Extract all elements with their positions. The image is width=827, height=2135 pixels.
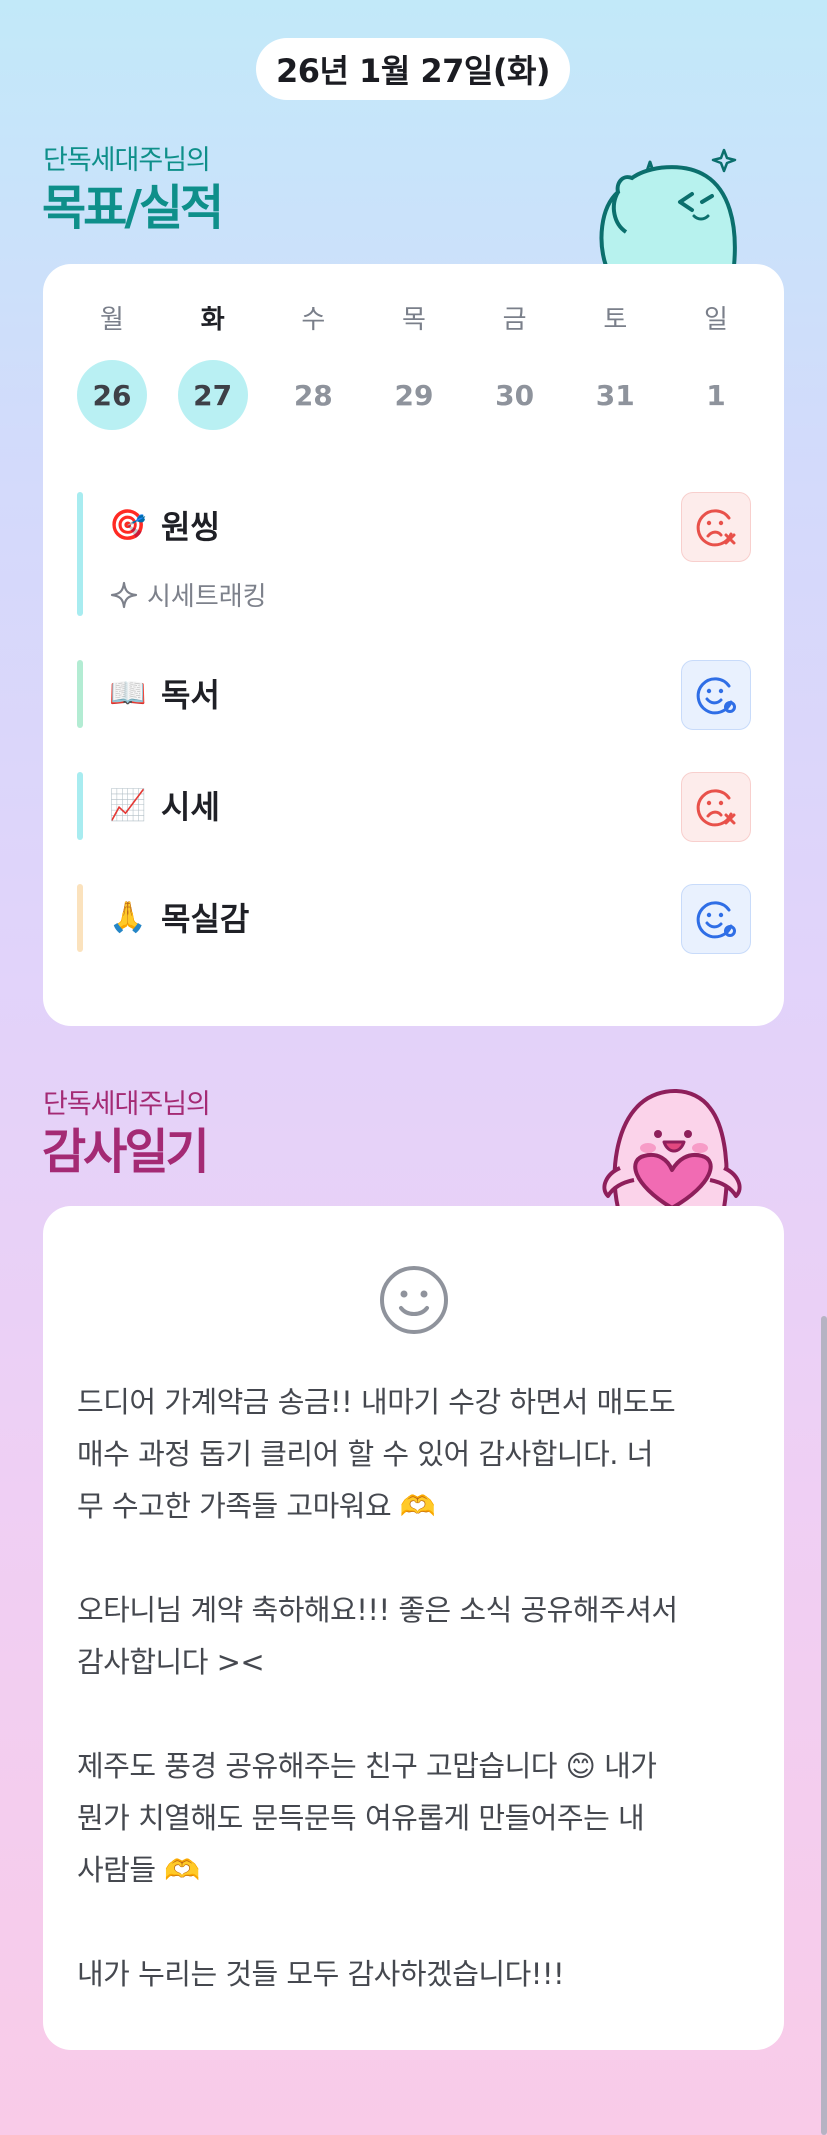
day-column[interactable]: 목 29 [379, 302, 449, 430]
goal-row-price[interactable]: 📈 시세 [77, 772, 751, 842]
goal-name: 🙏 목실감 [109, 894, 249, 940]
day-column[interactable]: 화 27 [177, 302, 248, 430]
target-icon: 🎯 [109, 507, 147, 543]
goals-card: 월 26 화 27 수 28 목 29 금 30 토 31 일 1 🎯 원씽 시세트래킹 📖 독서 📈 시세 🙏… [43, 264, 784, 1026]
mascot-heart-illustration [602, 1089, 742, 1208]
weekday-label: 토 [603, 305, 628, 335]
goal-row-gratitude[interactable]: 🙏 목실감 [77, 884, 751, 954]
diary-paragraph: 드디어 가계약금 송금!! 내마기 수강 하면서 매도도 매수 과정 돕기 클리… [77, 1385, 676, 1523]
status-fail-button[interactable] [681, 492, 751, 562]
goal-row-wonsing[interactable]: 🎯 원씽 시세트래킹 [77, 492, 751, 616]
date-number[interactable]: 1 [681, 360, 751, 430]
goal-color-bar [77, 660, 83, 728]
gratitude-diary-card[interactable]: 드디어 가계약금 송금!! 내마기 수강 하면서 매도도 매수 과정 돕기 클리… [43, 1206, 784, 2050]
chart-up-icon: 📈 [109, 787, 147, 823]
scrollbar-thumb[interactable] [821, 1316, 827, 2135]
date-number[interactable]: 28 [278, 360, 348, 430]
goal-name: 📈 시세 [109, 782, 220, 828]
goal-color-bar [77, 492, 83, 616]
goal-row-reading[interactable]: 📖 독서 [77, 660, 751, 730]
weekday-label: 목 [402, 305, 426, 335]
smile-face-o-icon [696, 677, 736, 715]
smile-face-o-icon [696, 901, 736, 939]
date-number[interactable]: 31 [580, 360, 650, 430]
sparkle-icon [110, 581, 138, 608]
diary-paragraph: 오타니님 계약 축하해요!!! 좋은 소식 공유해주셔서 감사합니다 >< [77, 1593, 678, 1679]
goal-name: 🎯 원씽 [109, 502, 220, 548]
sad-face-x-icon [696, 789, 736, 827]
weekday-label: 금 [502, 305, 527, 335]
day-column[interactable]: 토 31 [580, 302, 650, 430]
status-ok-button[interactable] [681, 660, 751, 730]
book-icon: 📖 [109, 675, 147, 711]
goals-section-title: 목표/실적 [42, 180, 224, 236]
status-fail-button[interactable] [681, 772, 751, 842]
day-column[interactable]: 금 30 [480, 302, 550, 430]
date-number[interactable]: 30 [480, 360, 550, 430]
weekday-label: 화 [200, 305, 225, 335]
goal-name-text: 시세 [161, 788, 220, 826]
weekday-label: 수 [301, 305, 326, 335]
day-column[interactable]: 수 28 [278, 302, 348, 430]
goal-color-bar [77, 772, 83, 840]
date-pill[interactable]: 26년 1월 27일(화) [256, 38, 570, 100]
goal-name: 📖 독서 [109, 670, 220, 716]
diary-section-title: 감사일기 [42, 1124, 210, 1180]
weekday-label: 일 [703, 305, 728, 335]
goal-name-text: 원씽 [161, 508, 220, 546]
sad-face-x-icon [696, 509, 736, 547]
diary-paragraph: 내가 누리는 것들 모두 감사하겠습니다!!! [77, 1957, 565, 1991]
week-strip: 월 26 화 27 수 28 목 29 금 30 토 31 일 1 [77, 302, 751, 430]
date-number[interactable]: 29 [379, 360, 449, 430]
status-ok-button[interactable] [681, 884, 751, 954]
day-column[interactable]: 일1 [681, 302, 751, 430]
weekday-label: 월 [100, 305, 124, 335]
goal-name-text: 독서 [161, 676, 220, 714]
praying-hands-icon: 🙏 [109, 899, 147, 935]
goal-subtask-text: 시세트래킹 [147, 582, 267, 612]
goal-color-bar [77, 884, 83, 952]
date-number[interactable]: 26 [77, 360, 147, 430]
mascot-wave-illustration [599, 148, 737, 266]
day-column[interactable]: 월 26 [77, 302, 147, 430]
smiley-icon [380, 1266, 448, 1334]
date-number[interactable]: 27 [177, 360, 248, 430]
goal-name-text: 목실감 [161, 900, 250, 938]
goal-subtask: 시세트래킹 [109, 576, 267, 613]
diary-paragraph: 제주도 풍경 공유해주는 친구 고맙습니다 😊 내가 뭔가 치열해도 문득문득 … [77, 1749, 657, 1887]
diary-text: 드디어 가계약금 송금!! 내마기 수강 하면서 매도도 매수 과정 돕기 클리… [77, 1376, 757, 2000]
